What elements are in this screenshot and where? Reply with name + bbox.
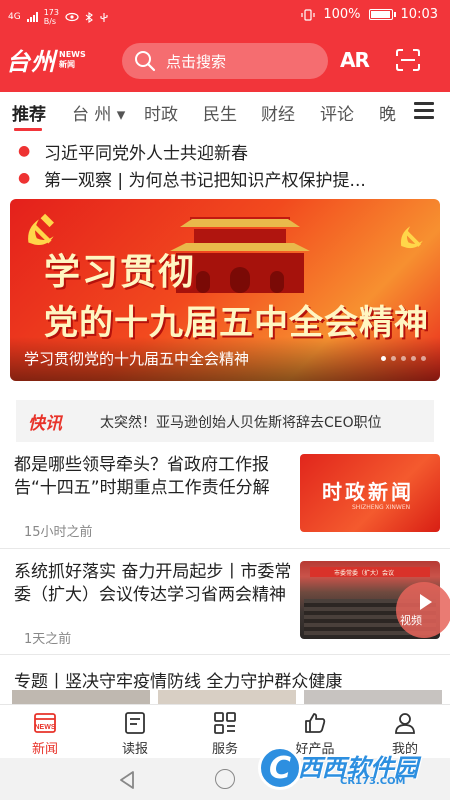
headline-item[interactable]: ● 第一观察 | 为何总书记把知识产权保护提... [18,166,438,191]
network-speed-value: 173 [43,8,59,17]
banner-headline-1: 学习贯彻 [44,252,197,293]
banner-caption: 学习贯彻党的十九届五中全会精神 [24,350,250,368]
headline-item[interactable]: ● 习近平同党外人士共迎新春 [18,139,438,164]
grid-icon [214,712,236,734]
watermark-logo: C 西西软件园 CR173.COM [258,742,438,794]
active-tab-indicator [14,128,42,131]
news-icon: NEWS [34,713,56,733]
status-right: 100% 10:03 [301,7,438,22]
search-icon [135,51,156,72]
hammer-sickle-icon [400,226,423,249]
logo-text: 台州 [6,47,56,76]
app-logo[interactable]: 台州 NEWS 新闻 [6,42,86,77]
carousel-dot[interactable] [381,356,386,361]
topic-image [158,690,296,704]
carousel-indicator[interactable] [381,356,426,361]
nav-news[interactable]: NEWS 新闻 [0,705,90,759]
newspaper-icon [125,712,145,734]
thumb-title: 时政新闻 [322,480,414,504]
thumb-banner-text: 市委常委（扩大）会议 [334,570,395,577]
flash-text: 太突然！亚马逊创始人贝佐斯将辞去CEO职位 [100,415,382,431]
topic-image [304,690,442,704]
nav-newspaper[interactable]: 读报 [90,705,180,759]
app-header: 台州 NEWS 新闻 点击搜索 AR [0,32,450,92]
news-item[interactable]: 都是哪些领导牵头？省政府工作报告“十四五”时期重点工作责任分解 15小时之前 时… [0,454,450,546]
logo-news-cn: 新闻 [59,59,75,69]
eye-icon [65,12,79,22]
watermark-url: CR173.COM [340,776,406,787]
signal-icon [26,12,38,22]
bullet-icon: ● [18,170,31,186]
news-title: 系统抓好落实 奋力开局起步丨市委常委（扩大）会议传达学习省两会精神 [14,562,292,605]
nav-service[interactable]: 服务 [180,705,270,759]
watermark-emblem: C [258,746,302,790]
scan-icon[interactable] [396,49,420,71]
network-speed: 173 B/s [44,8,59,26]
search-placeholder: 点击搜索 [166,52,227,71]
bullet-icon: ● [18,143,31,159]
user-icon [395,713,415,734]
battery-percent: 100% [323,7,361,22]
tab-livelihood[interactable]: 民生 [203,100,237,125]
channel-menu-icon[interactable] [414,102,434,120]
divider [0,654,450,655]
news-time: 1天之前 [24,632,72,647]
carousel-dot[interactable] [421,356,426,361]
channel-tabs: 推荐 台 州 ▾ 时政 民生 财经 评论 晚 [0,92,450,132]
thumbs-up-icon [305,713,326,733]
usb-icon [100,12,108,22]
tab-evening[interactable]: 晚 [379,100,396,125]
carousel-dot[interactable] [391,356,396,361]
nav-label: 服务 [211,742,238,757]
carousel-dot[interactable] [411,356,416,361]
back-icon[interactable] [118,770,136,790]
ar-button[interactable]: AR [340,48,370,72]
tab-politics[interactable]: 时政 [144,100,178,125]
network-type: 4G [8,12,21,22]
video-label: 视频 [400,614,422,627]
carousel-dot[interactable] [401,356,406,361]
clock: 10:03 [400,7,438,22]
flash-news-bar[interactable]: 快讯 太突然！亚马逊创始人贝佐斯将辞去CEO职位 [16,400,434,442]
news-thumbnail: 时政新闻 SHIZHENG XINWEN [300,454,440,532]
vibrate-icon [301,8,315,21]
home-icon[interactable] [215,769,235,789]
nav-label: 读报 [121,742,148,757]
logo-news: NEWS 新闻 [59,50,86,70]
play-icon [420,594,432,610]
video-badge[interactable]: 视频 [396,582,450,638]
headline-text: 习近平同党外人士共迎新春 [44,144,248,164]
tab-comment[interactable]: 评论 [320,100,354,125]
flash-tag: 快讯 [28,414,62,434]
search-input[interactable]: 点击搜索 [122,43,328,79]
battery-fill [370,11,390,18]
thumb-subtitle: SHIZHENG XINWEN [352,504,411,511]
topic-image [12,690,150,704]
topic-title[interactable]: 专题丨竖决守牢疫情防线 全力守护群众健康 [14,667,342,692]
bluetooth-icon [85,11,93,23]
tab-recommend[interactable]: 推荐 [12,100,46,125]
banner-carousel[interactable]: 学习贯彻 党的十九届五中全会精神 学习贯彻党的十九届五中全会精神 [10,199,440,381]
tab-finance[interactable]: 财经 [261,100,295,125]
status-bar: 4G 173 B/s 100% 10:03 [0,0,450,32]
thumb-meeting-banner: 市委常委（扩大）会议 [310,567,430,577]
battery-icon [368,9,396,20]
svg-text:NEWS: NEWS [35,724,56,731]
network-speed-unit: B/s [43,17,57,26]
tab-taizhou[interactable]: 台 州 ▾ [72,100,125,125]
news-time: 15小时之前 [24,525,93,540]
headline-text: 第一观察 | 为何总书记把知识产权保护提... [44,171,366,191]
topic-images [12,690,442,704]
status-left: 4G 173 B/s [8,8,109,26]
logo-news-en: NEWS [59,49,86,59]
news-item[interactable]: 系统抓好落实 奋力开局起步丨市委常委（扩大）会议传达学习省两会精神 1天之前 市… [0,561,450,649]
divider [0,548,450,549]
news-title: 都是哪些领导牵头？省政府工作报告“十四五”时期重点工作责任分解 [14,455,270,498]
nav-label: 新闻 [31,742,58,757]
